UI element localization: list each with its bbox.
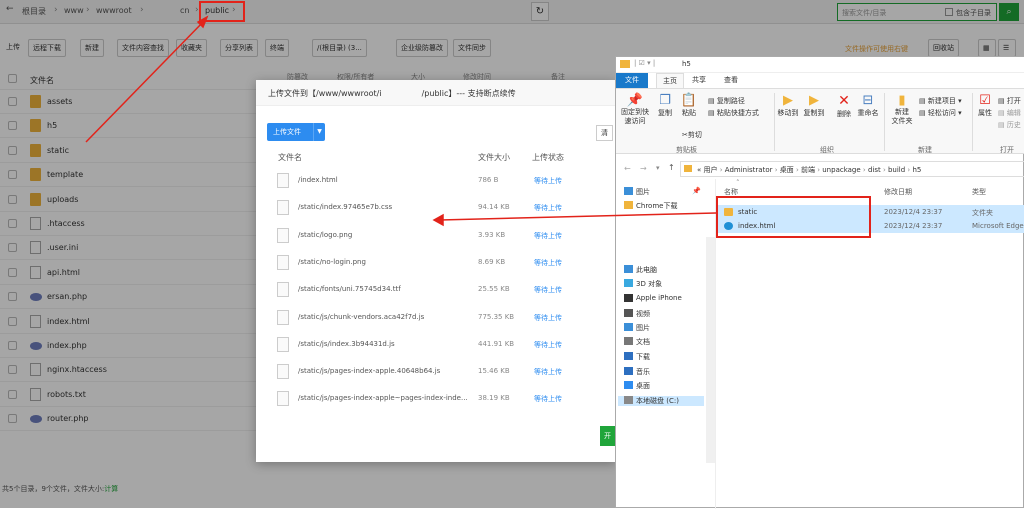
annotation-arrow-up <box>85 19 206 143</box>
arrowhead-icon <box>432 213 444 227</box>
annotation-arrow-left <box>439 212 717 221</box>
annotation-arrows <box>85 15 717 227</box>
